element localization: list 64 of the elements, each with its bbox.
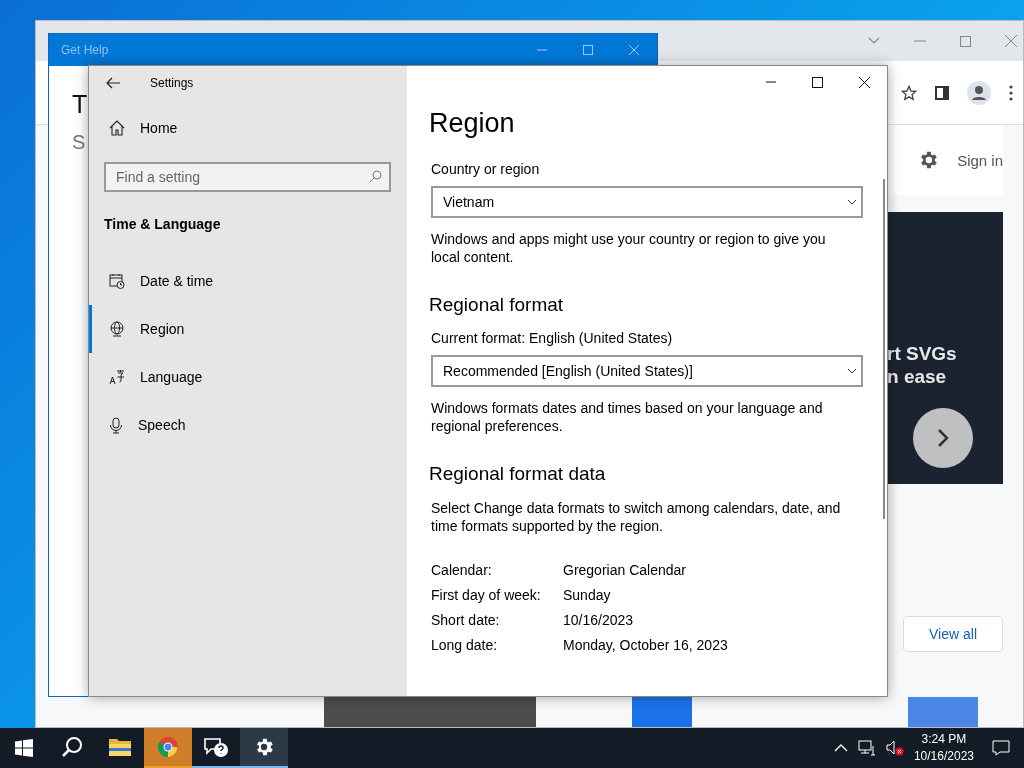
data-value: Sunday bbox=[563, 586, 612, 604]
field-label: Current format: English (United States) bbox=[431, 330, 674, 346]
section-heading: Regional format data bbox=[429, 463, 607, 485]
chevron-down-icon bbox=[847, 199, 857, 205]
network-icon[interactable] bbox=[857, 740, 876, 756]
data-value: 10/16/2023 bbox=[563, 611, 635, 629]
data-label: Short date: bbox=[431, 611, 501, 629]
banner-text: rt SVGs bbox=[887, 343, 957, 366]
country-dropdown[interactable]: Vietnam bbox=[431, 186, 863, 218]
page-title: Region bbox=[429, 108, 516, 139]
taskbar-app[interactable] bbox=[240, 728, 288, 768]
scrollbar[interactable] bbox=[883, 179, 885, 519]
page-subheading: S bbox=[72, 131, 86, 154]
side-panel-icon[interactable] bbox=[935, 85, 949, 100]
search-icon bbox=[369, 170, 382, 183]
calendar-clock-icon bbox=[109, 273, 125, 289]
clock[interactable]: 3:24 PM 10/16/2023 bbox=[913, 731, 974, 765]
banner-text: n ease bbox=[887, 366, 948, 389]
description-text: Windows and apps might use your country or region to give you local content. bbox=[431, 230, 827, 266]
page-heading: T bbox=[72, 90, 88, 119]
format-dropdown[interactable]: Recommended [English (United States)] bbox=[431, 355, 863, 387]
data-label: Calendar: bbox=[431, 561, 493, 579]
notifications-icon[interactable] bbox=[992, 740, 1010, 756]
window-title: Get Help bbox=[61, 43, 109, 57]
back-arrow-icon[interactable] bbox=[106, 77, 120, 89]
chevron-up-icon[interactable] bbox=[833, 744, 848, 752]
search-icon bbox=[61, 736, 83, 758]
home-nav-item[interactable]: Home bbox=[89, 104, 407, 152]
window-title: Settings bbox=[150, 76, 194, 90]
next-slide-button[interactable] bbox=[913, 408, 973, 468]
nav-item[interactable]: Date & time bbox=[89, 257, 407, 305]
section-heading: Time & Language bbox=[104, 216, 222, 232]
data-value: Monday, October 16, 2023 bbox=[563, 636, 729, 654]
image-placeholder bbox=[632, 697, 692, 727]
language-icon bbox=[109, 369, 125, 385]
data-label: Long date: bbox=[431, 636, 499, 654]
windows-logo-icon bbox=[15, 739, 33, 757]
nav-item[interactable]: Language bbox=[89, 353, 407, 401]
description-text: Windows formats dates and times based on your language and regional preferences. bbox=[431, 399, 824, 435]
search-field[interactable]: Find a setting bbox=[104, 162, 391, 192]
field-label: Country or region bbox=[431, 161, 541, 177]
nav-item[interactable]: Speech bbox=[89, 401, 407, 449]
globe-icon bbox=[109, 321, 125, 337]
more-menu-icon[interactable] bbox=[1009, 84, 1013, 101]
star-icon[interactable] bbox=[901, 84, 917, 101]
browser-icon bbox=[157, 736, 179, 758]
help-chat-icon bbox=[203, 736, 229, 758]
section-heading: Regional format bbox=[429, 294, 565, 316]
speaker-muted-icon[interactable] bbox=[885, 740, 904, 756]
view-all-button[interactable]: View all bbox=[903, 616, 1003, 652]
home-icon bbox=[109, 120, 125, 136]
description-text: Select Change data formats to switch among calendars, date, and time formats supported by the region. bbox=[431, 499, 842, 535]
microphone-icon bbox=[109, 416, 123, 434]
data-value: Gregorian Calendar bbox=[563, 561, 687, 579]
chevron-down-icon bbox=[847, 368, 857, 374]
close-icon[interactable] bbox=[859, 76, 870, 88]
chevron-down-icon[interactable] bbox=[868, 37, 880, 45]
chevron-right-icon bbox=[936, 428, 950, 448]
folder-icon bbox=[109, 738, 131, 756]
maximize-icon[interactable] bbox=[812, 76, 823, 88]
image-placeholder bbox=[908, 697, 978, 727]
profile-icon[interactable] bbox=[967, 80, 991, 105]
data-label: First day of week: bbox=[431, 586, 542, 604]
sign-in-link[interactable]: Sign in bbox=[957, 151, 1003, 169]
